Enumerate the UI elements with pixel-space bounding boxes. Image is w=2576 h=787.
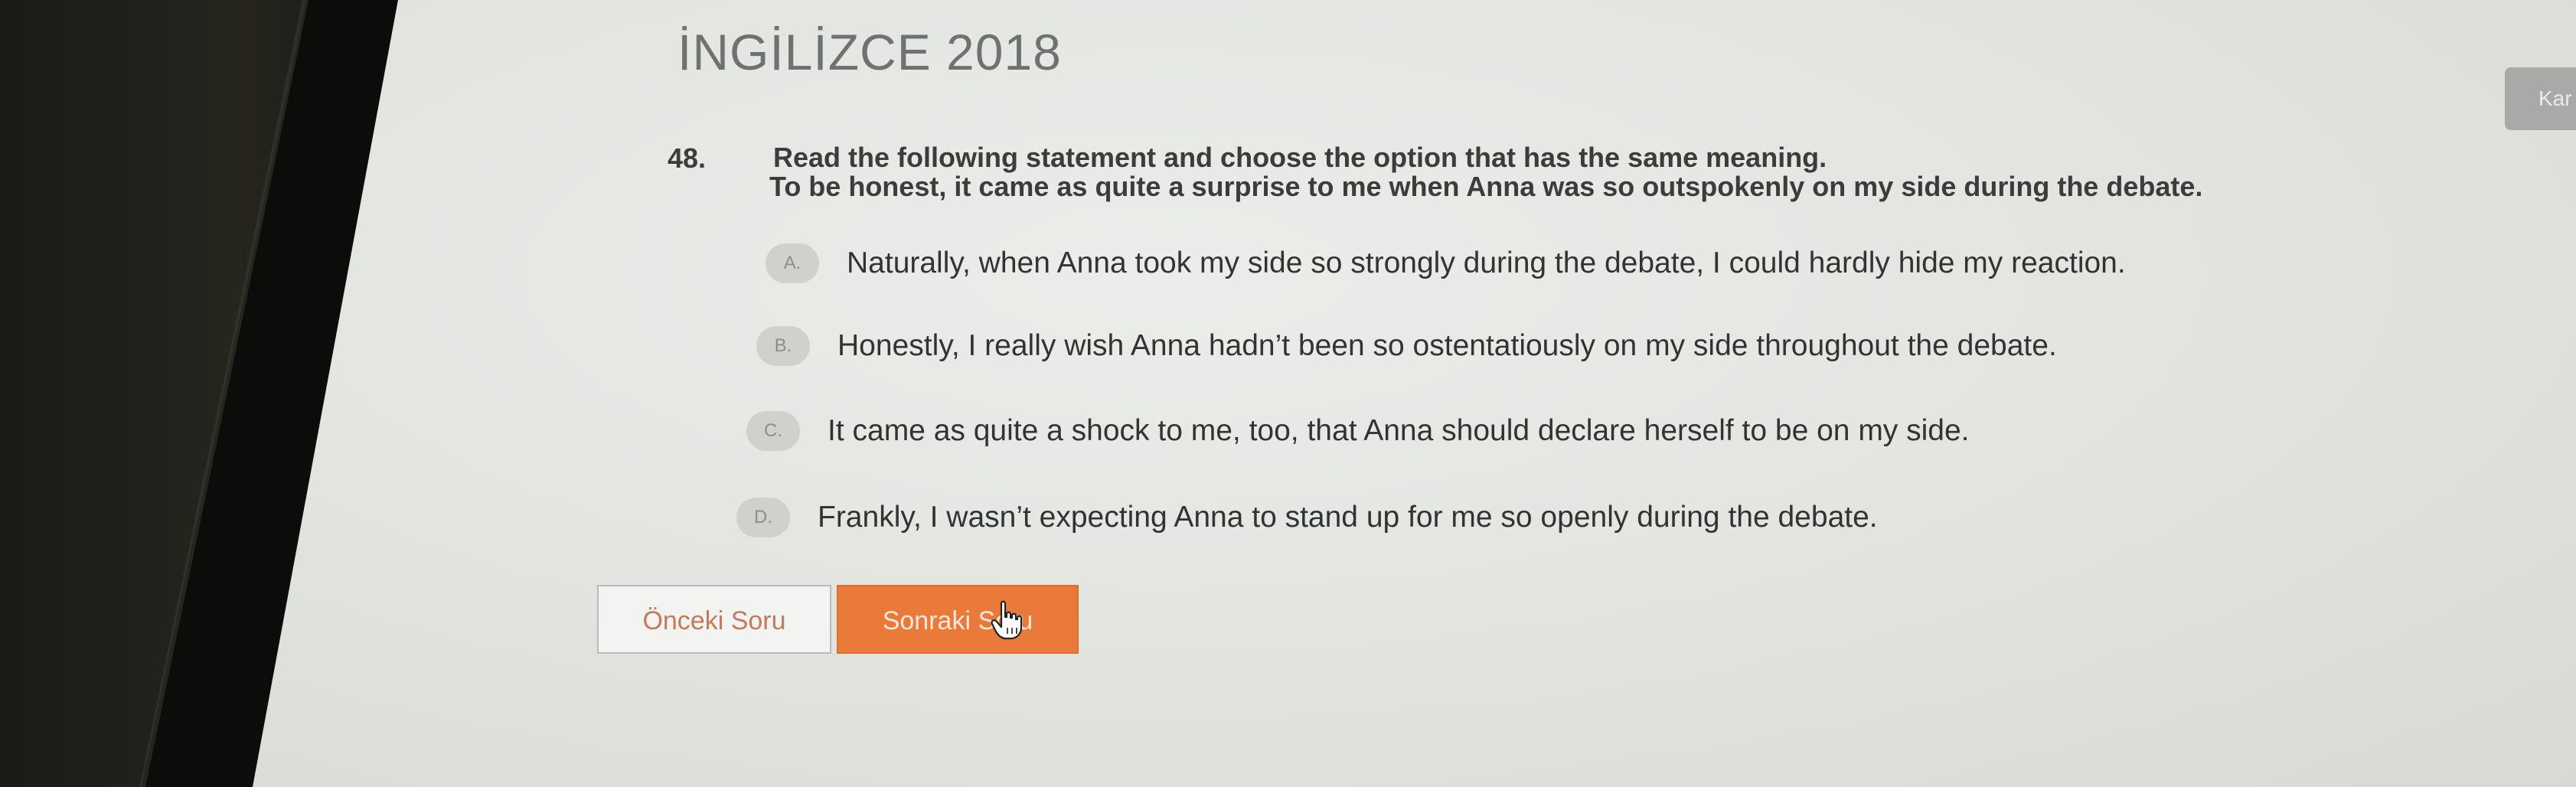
hand-pointer-icon [991,600,1023,640]
option-text[interactable]: It came as quite a shock to me, too, tha… [828,414,1970,448]
previous-question-button[interactable]: Önceki Soru [597,585,831,654]
option-a[interactable]: A. Naturally, when Anna took my side so … [766,243,2126,283]
question-number: 48. [668,142,707,174]
option-text[interactable]: Frankly, I wasn’t expecting Anna to stan… [818,501,1878,534]
option-letter-badge[interactable]: A. [766,243,819,283]
option-letter-badge[interactable]: B. [756,326,810,366]
option-text[interactable]: Naturally, when Anna took my side so str… [847,247,2126,280]
option-text[interactable]: Honestly, I really wish Anna hadn’t been… [837,329,2057,363]
side-tab[interactable]: Kar [2505,67,2576,130]
option-b[interactable]: B. Honestly, I really wish Anna hadn’t b… [756,326,2057,366]
option-letter-badge[interactable]: D. [736,498,790,537]
exam-screen: İNGİLİZCE 2018 Kar 48. Read the followin… [253,0,2576,787]
option-letter-badge[interactable]: C. [746,411,800,451]
exam-title: İNGİLİZCE 2018 [677,24,1062,80]
question-statement: To be honest, it came as quite a surpris… [769,171,2203,202]
option-c[interactable]: C. It came as quite a shock to me, too, … [746,411,1970,451]
option-d[interactable]: D. Frankly, I wasn’t expecting Anna to s… [736,498,1878,537]
next-question-button[interactable]: Sonraki Soru [837,585,1079,654]
question-prompt: Read the following statement and choose … [773,142,1827,173]
